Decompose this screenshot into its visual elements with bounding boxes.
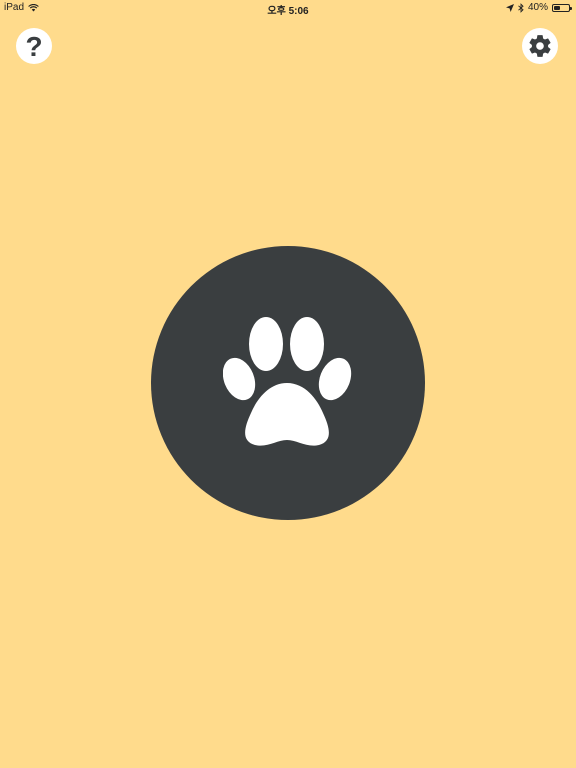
- battery-level: [554, 5, 560, 10]
- status-time: 오후 5:06: [267, 6, 309, 17]
- battery-percent: 40%: [527, 2, 548, 13]
- question-mark-icon: ?: [25, 31, 43, 62]
- paw-button[interactable]: [151, 246, 425, 520]
- status-right: 40%: [505, 2, 572, 13]
- bluetooth-icon: [518, 2, 524, 13]
- help-button[interactable]: ?: [16, 28, 52, 64]
- location-arrow-icon: [505, 3, 514, 12]
- status-bar: iPad 오후 5:06 40%: [0, 0, 576, 17]
- battery-icon: [552, 3, 572, 12]
- gear-icon: [529, 35, 551, 57]
- paw-icon: [223, 317, 352, 446]
- settings-button[interactable]: [522, 28, 558, 64]
